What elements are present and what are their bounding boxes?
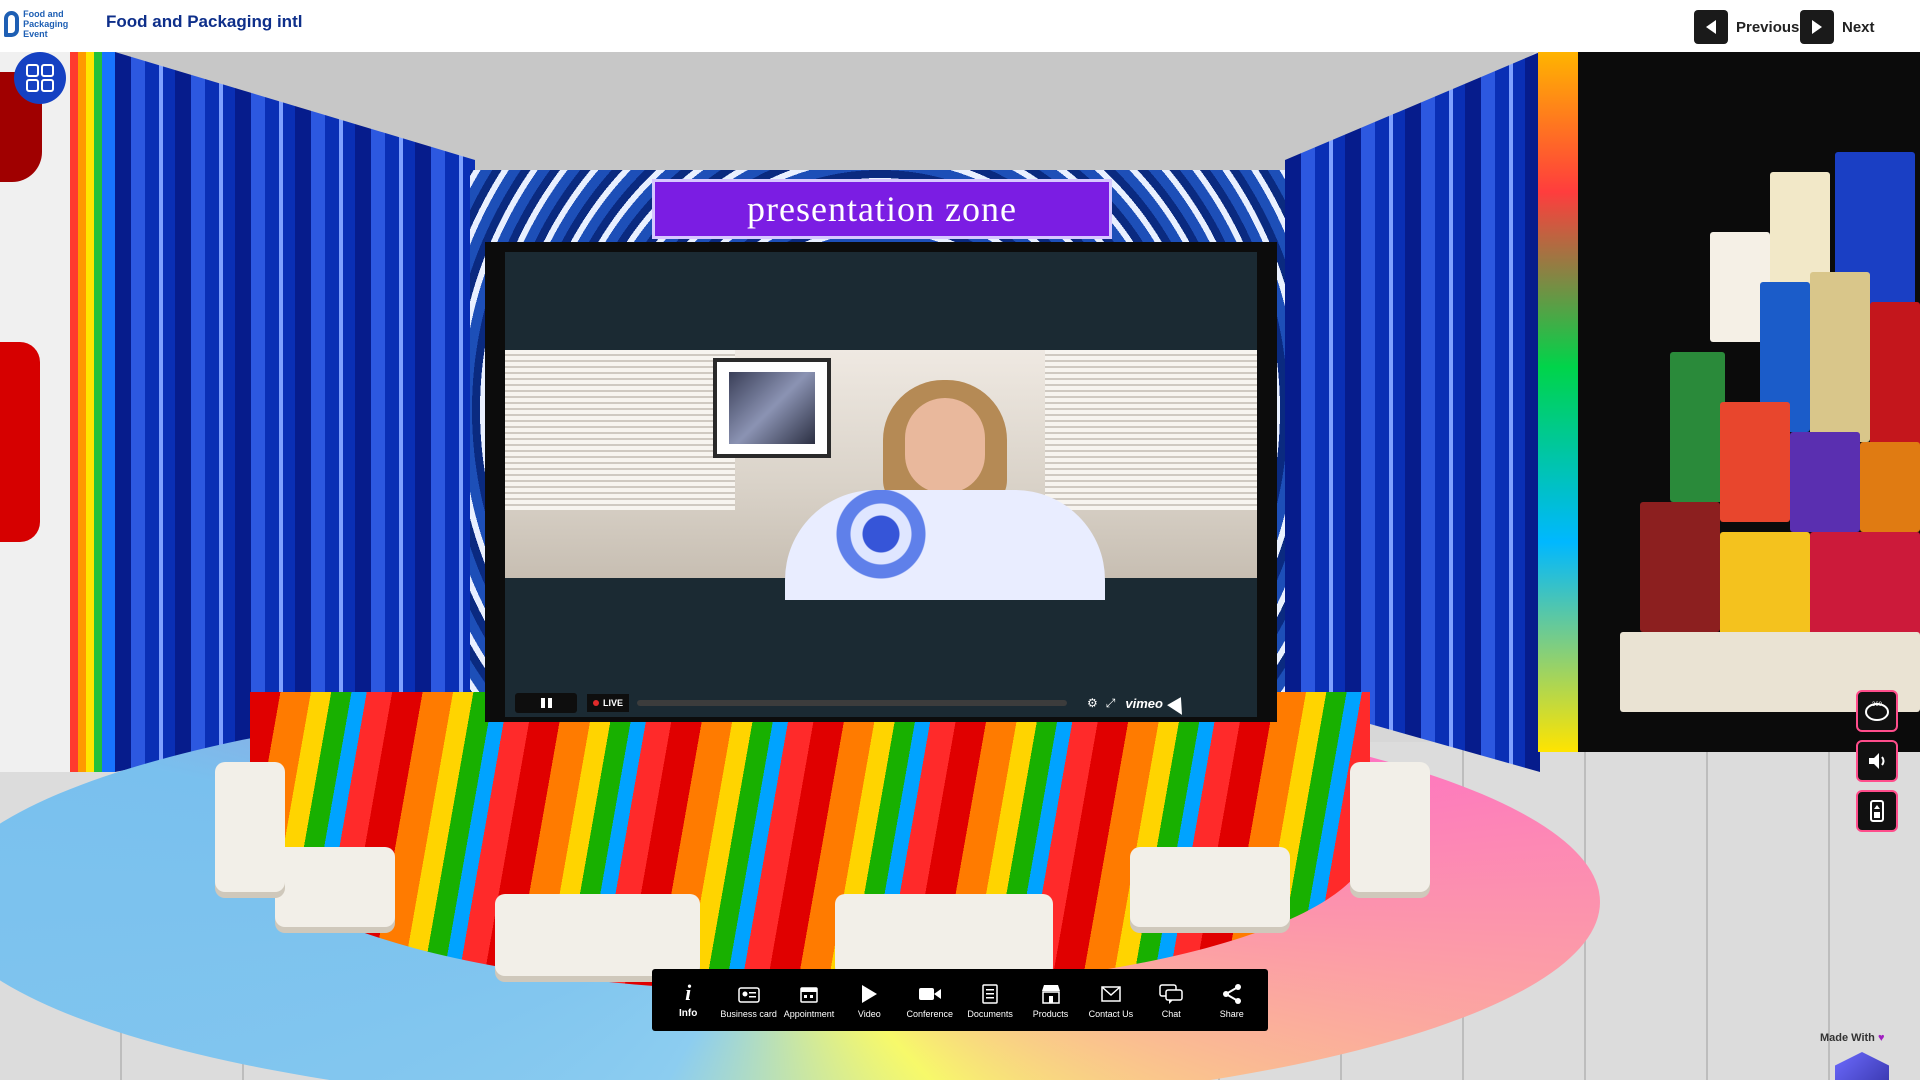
tool-label: Contact Us: [1088, 1008, 1134, 1019]
next-label: Next: [1842, 18, 1875, 36]
settings-icon[interactable]: ⚙: [1087, 696, 1098, 710]
seat: [1130, 847, 1290, 927]
chevron-left-icon: [1694, 10, 1728, 44]
sign-text: presentation zone: [747, 189, 1017, 229]
elevator-button[interactable]: [1856, 790, 1898, 832]
calendar-icon: [799, 982, 819, 1006]
camera-icon: [918, 982, 942, 1006]
top-bar: Food and Packaging Event Food and Packag…: [0, 0, 1920, 52]
360-icon: 360: [1865, 702, 1889, 721]
video-button[interactable]: Video: [839, 982, 899, 1019]
chat-icon: [1159, 982, 1184, 1006]
appointment-button[interactable]: Appointment: [779, 982, 839, 1019]
share-button[interactable]: Share: [1202, 982, 1262, 1019]
contact-us-button[interactable]: Contact Us: [1081, 982, 1141, 1019]
pause-icon: [540, 698, 545, 708]
presentation-zone-sign: presentation zone: [652, 179, 1112, 239]
live-badge: LIVE: [587, 694, 630, 712]
blue-curtain-right: [1285, 52, 1540, 772]
event-logo[interactable]: Food and Packaging Event: [4, 9, 92, 39]
seat: [835, 894, 1053, 976]
elevator-icon: [1870, 800, 1884, 822]
business-card-icon: [737, 982, 760, 1006]
documents-button[interactable]: Documents: [960, 982, 1020, 1019]
presenter: [775, 380, 1115, 600]
tool-label: Chat: [1161, 1008, 1181, 1019]
envelope-icon: [1101, 982, 1121, 1006]
live-dot-icon: [593, 700, 599, 706]
chevron-right-icon: [1800, 10, 1834, 44]
product-display[interactable]: [1620, 152, 1920, 712]
products-button[interactable]: Products: [1021, 982, 1081, 1019]
store-icon: [1040, 982, 1062, 1006]
tool-label: Info: [679, 1008, 698, 1019]
speaker-icon: [1869, 753, 1885, 769]
video-progress-bar[interactable]: [637, 700, 1068, 706]
previous-label: Previous: [1736, 18, 1800, 36]
share-icon: [1221, 982, 1243, 1006]
tool-label: Conference: [906, 1008, 954, 1019]
svg-text:360: 360: [1872, 702, 1883, 708]
tool-label: Business card: [720, 1008, 777, 1019]
virtual-stage-scene[interactable]: presentation zone LIVE ⚙ ⤢ vimeo 360 Mad…: [0, 52, 1920, 1080]
tool-label: Share: [1219, 1008, 1244, 1019]
rainbow-wall-stripe: [1538, 52, 1578, 752]
vimeo-logo[interactable]: vimeo: [1125, 696, 1163, 711]
seat: [1350, 762, 1430, 892]
left-booth-sign: [0, 342, 40, 542]
video-frame: [505, 350, 1257, 600]
chat-button[interactable]: Chat: [1141, 982, 1201, 1019]
fullscreen-icon[interactable]: ⤢: [1106, 696, 1116, 711]
seat: [495, 894, 700, 976]
seat: [215, 762, 285, 892]
grid-menu-button[interactable]: [14, 52, 66, 104]
seat: [275, 847, 395, 927]
tool-label: Appointment: [783, 1008, 835, 1019]
background-window: [505, 350, 735, 510]
sound-button[interactable]: [1856, 740, 1898, 782]
tool-label: Video: [857, 1008, 881, 1019]
video-screen[interactable]: LIVE ⚙ ⤢ vimeo: [485, 242, 1277, 722]
grid-icon: [26, 64, 54, 92]
info-icon: i: [685, 980, 692, 1005]
play-icon: [860, 982, 878, 1006]
pause-button[interactable]: [515, 693, 577, 713]
logo-text: Food and Packaging Event: [23, 9, 69, 39]
previous-button[interactable]: Previous: [1694, 10, 1799, 44]
event-title: Food and Packaging intl: [106, 12, 303, 31]
conference-button[interactable]: Conference: [900, 982, 960, 1019]
stage-floor: [250, 692, 1370, 992]
360-view-button[interactable]: 360: [1856, 690, 1898, 732]
video-player[interactable]: LIVE ⚙ ⤢ vimeo: [505, 252, 1257, 717]
business-card-button[interactable]: Business card: [719, 982, 779, 1019]
video-controls: LIVE ⚙ ⤢ vimeo: [505, 690, 1257, 716]
info-button[interactable]: i Info: [658, 980, 718, 1019]
next-button[interactable]: Next: [1800, 10, 1875, 44]
booth-toolbar: i Info Business card Appointment Video C…: [652, 969, 1268, 1031]
logo-icon: [4, 11, 20, 37]
tool-label: Products: [1032, 1008, 1069, 1019]
tool-label: Documents: [967, 1008, 1013, 1019]
live-label: LIVE: [603, 698, 624, 708]
blue-curtain-left: [115, 52, 475, 772]
made-with-label: Made With ♥: [1820, 1032, 1885, 1044]
document-icon: [982, 982, 998, 1006]
